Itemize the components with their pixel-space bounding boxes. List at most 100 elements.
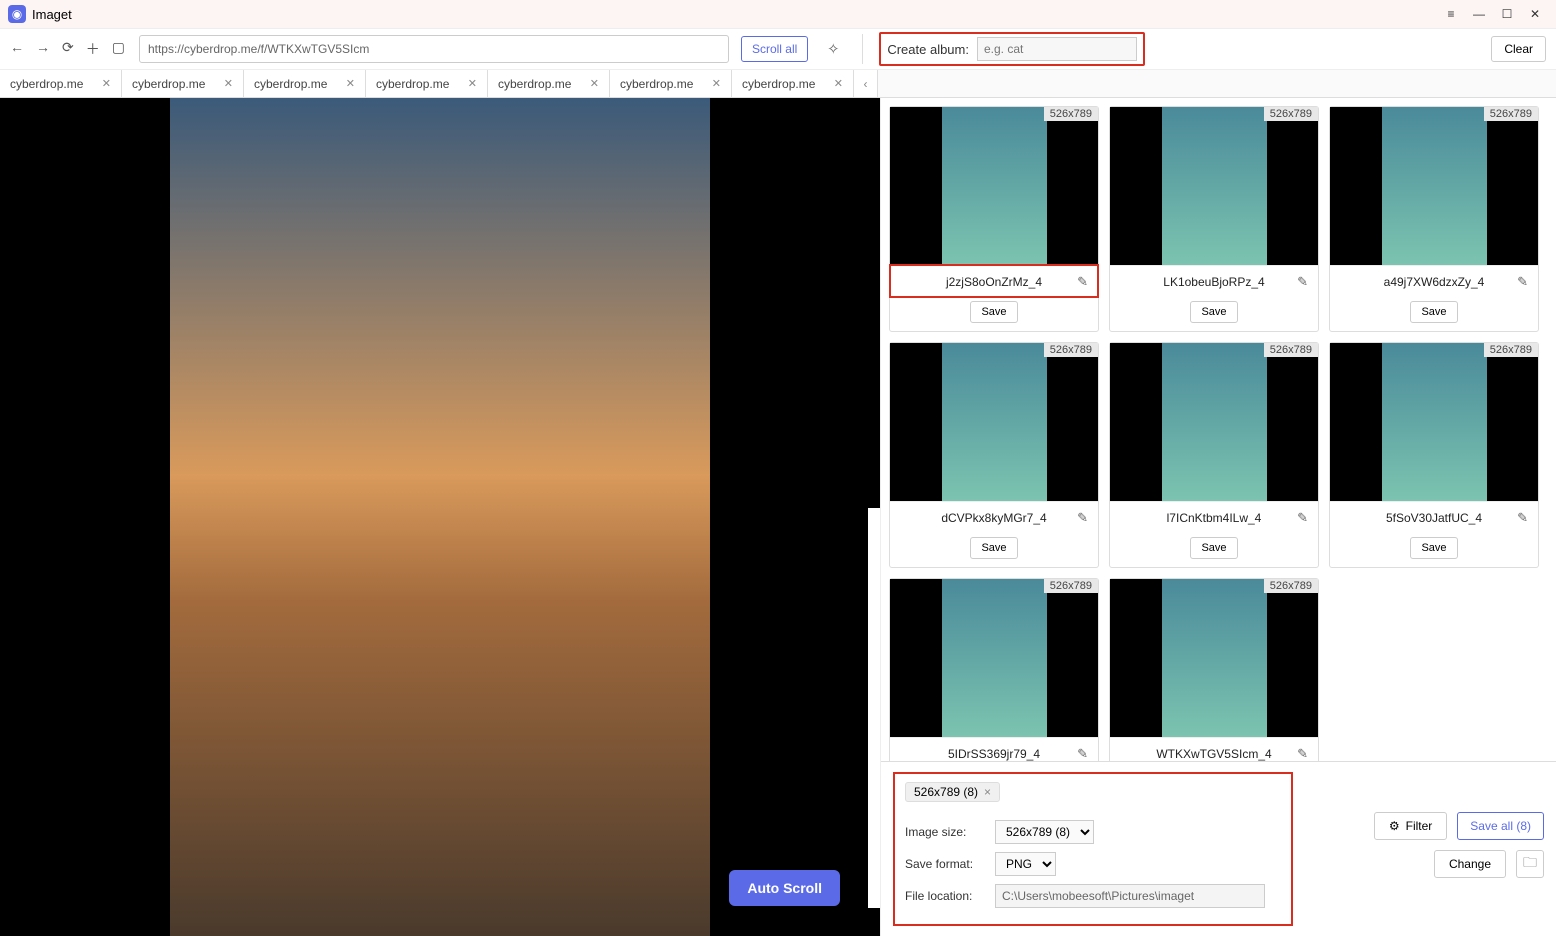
app-logo: ◉ [8,5,26,23]
main-image [170,98,710,936]
dimension-badge: 526x789 [1044,343,1098,357]
edit-icon[interactable]: ✎ [1297,274,1308,290]
chip-remove-icon[interactable]: × [984,785,991,799]
thumbnail-name: j2zjS8oOnZrMz_4 [946,275,1042,289]
divider [862,34,863,64]
file-location-input[interactable] [995,884,1265,908]
edit-icon[interactable]: ✎ [1517,274,1528,290]
save-button[interactable]: Save [1410,537,1458,559]
tab-close-icon[interactable]: ✕ [346,77,355,90]
edit-icon[interactable]: ✎ [1077,274,1088,290]
app-name: Imaget [32,7,72,22]
dimension-badge: 526x789 [1264,107,1318,121]
forward-icon[interactable]: → [36,39,50,59]
image-viewer: Auto Scroll [0,98,880,936]
thumbnail-name: a49j7XW6dzxZy_4 [1384,275,1485,289]
chip-label: 526x789 (8) [914,785,978,799]
thumbnail-image [1162,107,1267,265]
create-album-label: Create album: [887,42,969,57]
thumbnail-card[interactable]: 526x789 dCVPkx8kyMGr7_4 ✎ Save [889,342,1099,568]
dimension-badge: 526x789 [1264,343,1318,357]
tab[interactable]: cyberdrop.me✕ [122,70,244,97]
tab-close-icon[interactable]: ✕ [712,77,721,90]
tab[interactable]: cyberdrop.me✕ [488,70,610,97]
tab[interactable]: cyberdrop.me✕ [610,70,732,97]
scroll-indicator [868,508,880,908]
dimension-badge: 526x789 [1484,343,1538,357]
edit-icon[interactable]: ✎ [1077,746,1088,762]
url-bar[interactable] [139,35,729,63]
thumbnail-name: 5fSoV30JatfUC_4 [1386,511,1482,525]
thumbnail-card[interactable]: 526x789 l7ICnKtbm4ILw_4 ✎ Save [1109,342,1319,568]
save-button[interactable]: Save [1410,301,1458,323]
thumbnail-name: dCVPkx8kyMGr7_4 [941,511,1046,525]
thumbnail-image [1382,107,1487,265]
tab-overflow[interactable]: ‹ [854,70,878,97]
tab-close-icon[interactable]: ✕ [224,77,233,90]
thumbnail-card[interactable]: 526x789 WTKXwTGV5SIcm_4 ✎ [1109,578,1319,761]
tab[interactable]: cyberdrop.me✕ [366,70,488,97]
thumbnail-card[interactable]: 526x789 j2zjS8oOnZrMz_4 ✎ Save [889,106,1099,332]
close-icon[interactable]: ✕ [1522,3,1548,25]
dimension-badge: 526x789 [1484,107,1538,121]
save-format-label: Save format: [905,857,985,871]
tab-strip: cyberdrop.me✕ cyberdrop.me✕ cyberdrop.me… [0,70,1556,98]
thumbnail-image [942,579,1047,737]
thumbnail-name: l7ICnKtbm4ILw_4 [1167,511,1262,525]
thumbnail-card[interactable]: 526x789 5IDrSS369jr79_4 ✎ [889,578,1099,761]
tab-close-icon[interactable]: ✕ [590,77,599,90]
image-size-select[interactable]: 526x789 (8) [995,820,1094,844]
dimension-badge: 526x789 [1264,579,1318,593]
thumbnail-card[interactable]: 526x789 LK1obeuBjoRPz_4 ✎ Save [1109,106,1319,332]
edit-icon[interactable]: ✎ [1297,746,1308,762]
folder-icon[interactable]: 🗀 [1516,850,1544,878]
clear-button[interactable]: Clear [1491,36,1546,62]
edit-icon[interactable]: ✎ [1297,510,1308,526]
thumbnail-name: LK1obeuBjoRPz_4 [1163,275,1264,289]
thumbnail-image [1382,343,1487,501]
save-button[interactable]: Save [970,301,1018,323]
reload-icon[interactable]: ⟳ [62,39,74,59]
image-size-label: Image size: [905,825,985,839]
thumbnail-name: 5IDrSS369jr79_4 [948,747,1040,761]
thumbnail-image [942,107,1047,265]
tab-close-icon[interactable]: ✕ [102,77,111,90]
tab-close-icon[interactable]: ✕ [834,77,843,90]
filter-icon: ⚙ [1389,819,1400,833]
url-input[interactable] [148,42,720,56]
thumbnail-image [1162,579,1267,737]
save-format-select[interactable]: PNG [995,852,1056,876]
thumbnail-card[interactable]: 526x789 a49j7XW6dzxZy_4 ✎ Save [1329,106,1539,332]
thumbnail-grid: 526x789 j2zjS8oOnZrMz_4 ✎ Save 526x789 LK… [881,98,1556,761]
save-button[interactable]: Save [1190,301,1238,323]
thumbnail-card[interactable]: 526x789 5fSoV30JatfUC_4 ✎ Save [1329,342,1539,568]
save-all-button[interactable]: Save all (8) [1457,812,1544,840]
back-icon[interactable]: ← [10,39,24,59]
tabs-icon[interactable]: ▢ [112,39,125,59]
size-chip[interactable]: 526x789 (8) × [905,782,1000,802]
minimize-icon[interactable]: — [1466,3,1492,25]
tab[interactable]: cyberdrop.me✕ [0,70,122,97]
tab[interactable]: cyberdrop.me✕ [244,70,366,97]
thumbnail-image [1162,343,1267,501]
maximize-icon[interactable]: ☐ [1494,3,1520,25]
thumbnail-image [942,343,1047,501]
save-button[interactable]: Save [1190,537,1238,559]
dimension-badge: 526x789 [1044,579,1098,593]
tab-close-icon[interactable]: ✕ [468,77,477,90]
wand-icon[interactable]: ✧ [820,36,846,62]
edit-icon[interactable]: ✎ [1077,510,1088,526]
tab[interactable]: cyberdrop.me✕ [732,70,854,97]
thumbnail-name: WTKXwTGV5SIcm_4 [1156,747,1271,761]
save-button[interactable]: Save [970,537,1018,559]
dimension-badge: 526x789 [1044,107,1098,121]
hamburger-icon[interactable]: ≡ [1438,3,1464,25]
file-location-label: File location: [905,889,985,903]
edit-icon[interactable]: ✎ [1517,510,1528,526]
filter-button[interactable]: ⚙Filter [1374,812,1447,840]
album-name-input[interactable] [977,37,1137,61]
auto-scroll-button[interactable]: Auto Scroll [729,870,840,906]
scroll-all-button[interactable]: Scroll all [741,36,808,62]
change-location-button[interactable]: Change [1434,850,1506,878]
add-tab-icon[interactable]: ＋ [86,39,100,59]
